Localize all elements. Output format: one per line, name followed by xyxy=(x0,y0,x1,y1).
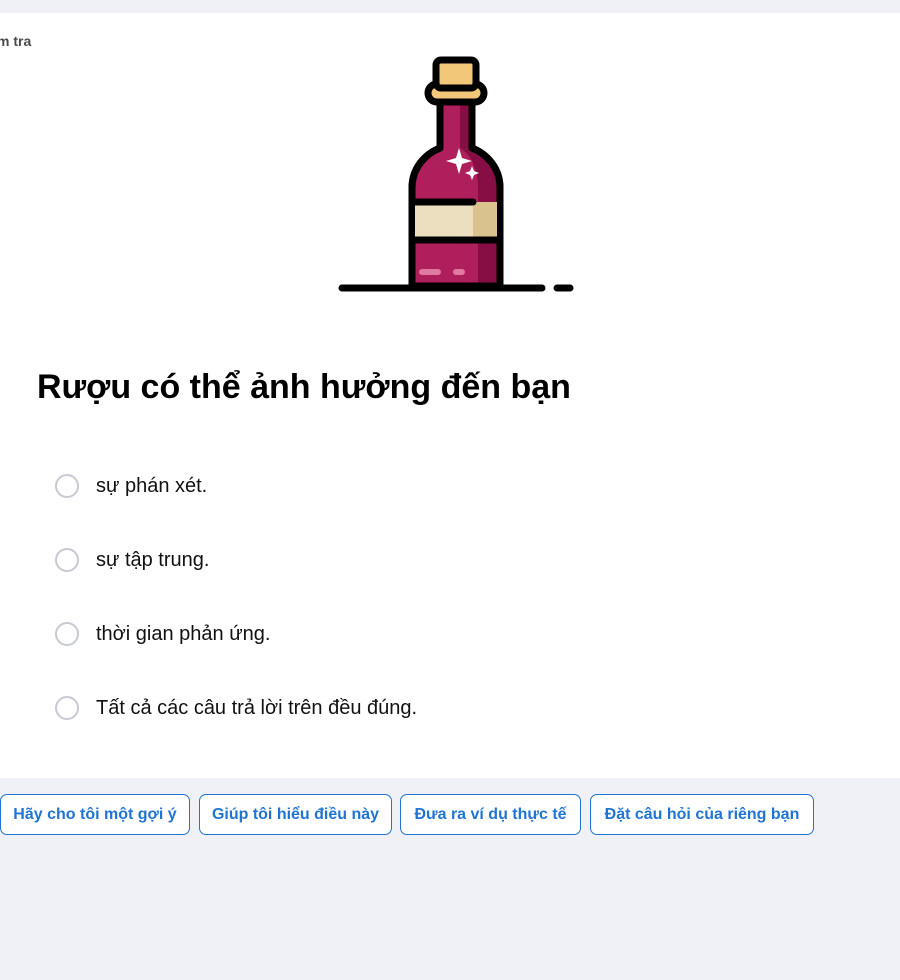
answer-option-1[interactable]: sự phán xét. xyxy=(55,471,207,501)
answer-option-3[interactable]: thời gian phản ứng. xyxy=(55,619,270,649)
answer-option-label: thời gian phản ứng. xyxy=(96,622,271,645)
radio-button[interactable] xyxy=(55,696,79,720)
answer-option-label: sự phán xét. xyxy=(96,474,208,497)
ask-question-button[interactable]: Đặt câu hỏi của riêng bạn xyxy=(590,794,814,835)
answer-option-label: sự tập trung. xyxy=(96,548,210,571)
breadcrumb: m tra xyxy=(0,33,32,49)
answer-option-4[interactable]: Tất cả các câu trả lời trên đều đúng. xyxy=(55,693,417,723)
answer-option-label: Tất cả các câu trả lời trên đều đúng. xyxy=(96,696,418,719)
question-title: Rượu có thể ảnh hưởng đến bạn xyxy=(37,368,571,406)
example-button[interactable]: Đưa ra ví dụ thực tế xyxy=(400,794,581,835)
answer-option-2[interactable]: sự tập trung. xyxy=(55,545,209,575)
wine-bottle-icon xyxy=(330,50,580,300)
hint-button[interactable]: Hãy cho tôi một gợi ý xyxy=(0,794,190,835)
radio-button[interactable] xyxy=(55,548,79,572)
radio-button[interactable] xyxy=(55,622,79,646)
explain-button[interactable]: Giúp tôi hiểu điều này xyxy=(199,794,392,835)
radio-button[interactable] xyxy=(55,474,79,498)
